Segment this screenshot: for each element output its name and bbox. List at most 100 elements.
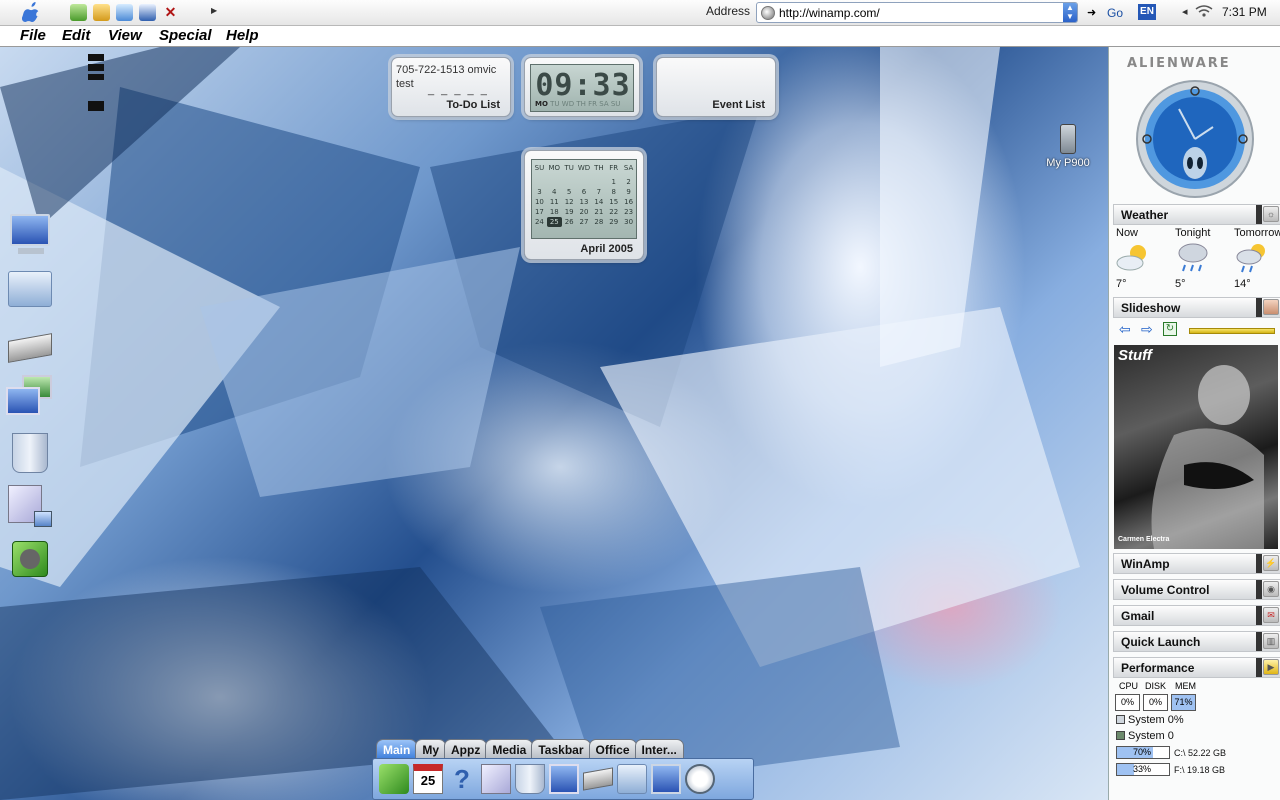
pencil-icon[interactable] xyxy=(93,4,110,21)
performance-header[interactable]: Performance ▶ xyxy=(1113,657,1280,678)
hard-drive-icon[interactable] xyxy=(4,329,54,375)
calendar-day[interactable]: 12 xyxy=(562,197,577,207)
slideshow-header[interactable]: Slideshow xyxy=(1113,297,1280,318)
calendar-day[interactable]: 30 xyxy=(621,217,636,227)
calendar-day[interactable]: 9 xyxy=(621,187,636,197)
calendar-day[interactable]: 25 xyxy=(546,217,562,227)
dock-tab-media[interactable]: Media xyxy=(485,739,534,759)
calendar-day[interactable]: 27 xyxy=(577,217,592,227)
weather-header[interactable]: Weather ☼ xyxy=(1113,204,1280,225)
dock-tab-office[interactable]: Office xyxy=(588,739,637,759)
close-x-icon[interactable]: ✕ xyxy=(162,4,179,21)
my-p900-icon-group[interactable]: My P900 xyxy=(1044,124,1092,169)
dock-tab-my[interactable]: My xyxy=(415,739,447,759)
go-button[interactable]: Go xyxy=(1107,6,1123,20)
mail-icon[interactable]: ✉ xyxy=(1263,607,1279,623)
menu-file[interactable]: File xyxy=(20,27,46,44)
calendar-day[interactable]: 3 xyxy=(532,187,547,197)
app-launcher-green-icon[interactable] xyxy=(70,4,87,21)
dock-calendar-icon[interactable]: 25 xyxy=(413,764,443,794)
performance-icon[interactable]: ▶ xyxy=(1263,659,1279,675)
dock-tab-appz[interactable]: Appz xyxy=(444,739,488,759)
calendar-day[interactable]: 7 xyxy=(591,187,606,197)
slideshow-prev-icon[interactable]: ⇦ xyxy=(1119,321,1131,338)
calendar-day[interactable]: 17 xyxy=(532,207,547,217)
calendar-day[interactable]: 10 xyxy=(532,197,547,207)
window-icon[interactable] xyxy=(139,4,156,21)
dock-tab-main[interactable]: Main xyxy=(376,739,418,759)
dock-help-icon[interactable]: ? xyxy=(447,764,477,794)
dock-clock-icon[interactable] xyxy=(685,764,715,794)
my-computer-icon[interactable] xyxy=(4,212,54,258)
calendar-day[interactable]: 20 xyxy=(577,207,592,217)
network-icon[interactable] xyxy=(116,4,133,21)
calendar-day[interactable]: 13 xyxy=(577,197,592,207)
window-tiles-small-icon[interactable] xyxy=(88,101,104,111)
calendar-day[interactable]: 1 xyxy=(606,177,621,187)
language-indicator[interactable]: EN xyxy=(1138,4,1156,20)
calendar-widget[interactable]: SU MO TU WD TH FR SA 1 2 3 4 5 6 7 8 9 10 11 12 13 14 15 16 17… xyxy=(524,150,644,260)
address-bar[interactable]: ▲▼ xyxy=(756,2,1078,23)
todo-widget[interactable]: 705-722-1513 omvic test _ _ _ _ _ To-Do … xyxy=(391,57,511,117)
calendar-day[interactable]: 29 xyxy=(606,217,621,227)
address-input[interactable] xyxy=(779,5,1059,20)
slideshow-image[interactable]: Stuff Carmen Electra xyxy=(1114,345,1278,549)
dock-recycle-bin-icon[interactable] xyxy=(515,764,545,794)
calendar-day[interactable]: 8 xyxy=(606,187,621,197)
wifi-icon[interactable] xyxy=(1195,4,1213,18)
calendar-day[interactable]: 11 xyxy=(547,197,562,207)
more-arrow-icon[interactable]: ▶ xyxy=(211,6,217,15)
calendar-day[interactable]: 6 xyxy=(577,187,592,197)
apple-menu-icon[interactable] xyxy=(22,2,40,22)
window-tiles-icon[interactable] xyxy=(88,54,104,80)
calendar-day[interactable]: 5 xyxy=(562,187,577,197)
recycle-bin-icon[interactable] xyxy=(4,429,54,475)
gmail-header[interactable]: Gmail ✉ xyxy=(1113,605,1280,626)
todo-entry-1[interactable]: 705-722-1513 omvic xyxy=(396,64,496,76)
dock-folder-icon[interactable] xyxy=(617,764,647,794)
quick-launch-icon[interactable]: ▥ xyxy=(1263,633,1279,649)
alienware-clock-icon[interactable] xyxy=(1135,79,1255,199)
calendar-day[interactable]: 14 xyxy=(591,197,606,207)
winamp-header-icon[interactable]: ⚡ xyxy=(1263,555,1279,571)
slideshow-header-icon[interactable] xyxy=(1263,299,1279,315)
address-dropdown-icon[interactable]: ▲ ▼ xyxy=(1063,3,1077,22)
menu-view[interactable]: View xyxy=(108,27,142,44)
slideshow-refresh-icon[interactable]: ↻ xyxy=(1163,322,1177,336)
calendar-day[interactable]: 26 xyxy=(562,217,577,227)
calendar-day[interactable]: 22 xyxy=(606,207,621,217)
weather-header-icon[interactable]: ☼ xyxy=(1263,206,1279,222)
calendar-day[interactable]: 18 xyxy=(547,207,562,217)
dock-satellite-icon[interactable] xyxy=(379,764,409,794)
slideshow-progress[interactable] xyxy=(1189,328,1275,334)
volume-icon[interactable]: ◂ xyxy=(1182,5,1188,18)
menu-special[interactable]: Special xyxy=(159,27,212,44)
dock-hard-drive-icon[interactable] xyxy=(583,767,613,791)
folder-icon[interactable] xyxy=(4,265,54,311)
quick-launch-header[interactable]: Quick Launch ▥ xyxy=(1113,631,1280,652)
satellite-dish-icon[interactable] xyxy=(4,537,54,583)
calendar-day[interactable]: 15 xyxy=(606,197,621,207)
event-list-widget[interactable]: Event List xyxy=(656,57,776,117)
calendar-day[interactable]: 23 xyxy=(621,207,636,217)
dock-system-box-icon[interactable] xyxy=(481,764,511,794)
calendar-day[interactable]: 4 xyxy=(547,187,562,197)
dock-tab-internet[interactable]: Inter... xyxy=(634,739,684,759)
phone-icon[interactable] xyxy=(1060,124,1076,154)
menu-help[interactable]: Help xyxy=(226,27,259,44)
menu-edit[interactable]: Edit xyxy=(62,27,90,44)
dock-network-icon[interactable] xyxy=(549,764,579,794)
volume-control-header[interactable]: Volume Control ◉ xyxy=(1113,579,1280,600)
calendar-day[interactable]: 24 xyxy=(532,217,547,227)
system-box-icon[interactable] xyxy=(4,483,54,529)
network-monitor-icon[interactable] xyxy=(4,375,54,421)
dock-monitor-icon[interactable] xyxy=(651,764,681,794)
desktop[interactable]: My P900 705-722-1513 omvic test _ _ _ _ … xyxy=(0,47,1108,800)
slideshow-next-icon[interactable]: ⇨ xyxy=(1141,321,1153,338)
calendar-day[interactable]: 28 xyxy=(591,217,606,227)
winamp-header[interactable]: WinAmp ⚡ xyxy=(1113,553,1280,574)
calendar-day[interactable]: 19 xyxy=(562,207,577,217)
go-arrow-icon[interactable]: ➜ xyxy=(1087,6,1096,19)
calendar-day[interactable]: 2 xyxy=(621,177,636,187)
lcd-clock-widget[interactable]: 09:33 MO TU WD TH FR SA SU xyxy=(524,57,640,117)
